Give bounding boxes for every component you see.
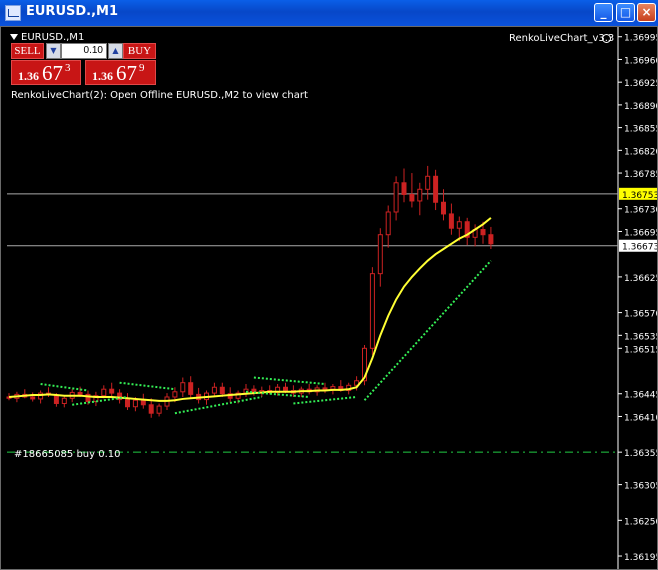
terminal-chart-window: EURUSD.,M1 _ □ × 1.369951.369601.369251.… bbox=[0, 0, 658, 570]
sell-button[interactable]: SELL bbox=[11, 43, 44, 59]
y-tick-label: 1.36890 bbox=[624, 102, 657, 112]
y-tick-label: 1.36925 bbox=[624, 79, 657, 89]
indicator-dotted-line bbox=[363, 260, 492, 401]
symbol-label: EURUSD.,M1 bbox=[10, 32, 84, 43]
candle-body bbox=[156, 405, 162, 414]
indicator-dotted-line bbox=[293, 395, 357, 405]
indicator-dotted-line bbox=[119, 381, 176, 391]
candle-body bbox=[140, 399, 146, 406]
candle-body bbox=[480, 229, 486, 236]
candle-body bbox=[456, 221, 462, 229]
candle-body bbox=[148, 404, 154, 414]
buy-price-prefix: 1.36 bbox=[92, 69, 113, 83]
y-tick-label: 1.36570 bbox=[624, 310, 657, 320]
candle-body bbox=[377, 234, 383, 275]
candle-body bbox=[409, 193, 415, 202]
candle-body bbox=[369, 273, 375, 349]
indicator-dotted-line bbox=[40, 383, 89, 392]
minimize-button[interactable]: _ bbox=[594, 3, 613, 22]
candle-body bbox=[30, 396, 36, 400]
y-tick-label: 1.36250 bbox=[624, 517, 657, 527]
chart-window-icon bbox=[5, 5, 21, 21]
y-tick-label: 1.36515 bbox=[624, 345, 657, 355]
candle-body bbox=[53, 394, 59, 404]
y-tick-label: 1.36355 bbox=[624, 449, 657, 459]
sell-price-prefix: 1.36 bbox=[18, 69, 39, 83]
y-tick-label: 1.36730 bbox=[624, 206, 657, 216]
candle-body bbox=[330, 386, 336, 390]
buy-button[interactable]: BUY bbox=[123, 43, 156, 59]
ask-price-tag-label: 1.36753 bbox=[622, 191, 657, 201]
title-bar[interactable]: EURUSD.,M1 _ □ × bbox=[0, 0, 658, 26]
indicator-dotted-line bbox=[253, 376, 326, 386]
candle-body bbox=[488, 234, 494, 245]
candle-body bbox=[77, 391, 83, 395]
buy-price-box[interactable]: 1.36 67 9 bbox=[85, 60, 156, 85]
candle-body bbox=[180, 382, 186, 393]
y-tick-label: 1.36785 bbox=[624, 170, 657, 180]
close-button[interactable]: × bbox=[637, 3, 656, 22]
y-tick-label: 1.36410 bbox=[624, 413, 657, 423]
candle-body bbox=[172, 391, 178, 398]
candle-body bbox=[211, 386, 217, 394]
y-tick-label: 1.36535 bbox=[624, 332, 657, 342]
candle-body bbox=[188, 382, 194, 395]
indicator-message: RenkoLiveChart(2): Open Offline EURUSD.,… bbox=[11, 90, 308, 101]
bid-price-tag-label: 1.36673 bbox=[622, 243, 657, 253]
candle-body bbox=[441, 201, 446, 215]
order-label: #18665085 buy 0.10 bbox=[14, 449, 121, 460]
candle-body bbox=[61, 397, 67, 404]
candle-body bbox=[101, 388, 107, 397]
chart-canvas[interactable]: 1.36995 1.36960 1.36925 1.36890 1.36855 1.368… bbox=[1, 27, 657, 569]
buy-price-big-digits: 67 bbox=[116, 61, 137, 85]
candle-body bbox=[433, 175, 439, 203]
y-tick-label: 1.36445 bbox=[624, 391, 657, 401]
candle-body bbox=[401, 182, 407, 195]
y-tick-label: 1.36995 bbox=[624, 34, 657, 44]
maximize-button[interactable]: □ bbox=[616, 3, 635, 22]
lots-increase-icon[interactable]: ▲ bbox=[108, 43, 123, 59]
one-click-trading-panel: SELL ▼ 0.10 ▲ BUY 1.36 67 3 1.36 67 9 bbox=[11, 43, 156, 85]
lots-input[interactable]: 0.10 bbox=[61, 43, 107, 59]
price-chart[interactable]: 1.36995 1.36960 1.36925 1.36890 1.36855 1.368… bbox=[0, 26, 658, 570]
y-tick-label: 1.36820 bbox=[624, 147, 657, 157]
lots-decrease-icon[interactable]: ▼ bbox=[46, 43, 61, 59]
sell-price-big-digits: 67 bbox=[42, 61, 63, 85]
expert-smiley-icon bbox=[602, 34, 611, 43]
candle-body bbox=[393, 182, 399, 213]
buy-price-last-digit: 9 bbox=[139, 62, 145, 74]
candle-body bbox=[125, 399, 130, 408]
y-tick-label: 1.36305 bbox=[624, 482, 657, 492]
candle-body bbox=[132, 399, 138, 408]
window-title: EURUSD.,M1 bbox=[26, 4, 119, 19]
candle-body bbox=[417, 188, 423, 202]
y-tick-label: 1.36695 bbox=[624, 228, 657, 238]
sell-price-last-digit: 3 bbox=[65, 62, 71, 74]
sell-price-box[interactable]: 1.36 67 3 bbox=[11, 60, 81, 85]
candle-body bbox=[109, 388, 115, 394]
y-tick-label: 1.36960 bbox=[624, 56, 657, 66]
candle-body bbox=[219, 386, 225, 395]
candle-body bbox=[283, 386, 288, 391]
y-tick-label: 1.36625 bbox=[624, 274, 657, 284]
y-tick-label: 1.36195 bbox=[624, 553, 657, 563]
candle-body bbox=[385, 211, 391, 236]
candle-body bbox=[322, 387, 328, 390]
y-tick-label: 1.36855 bbox=[624, 125, 657, 135]
candle-body bbox=[425, 175, 431, 190]
indicator-name-label: RenkoLiveChart_v3.3 bbox=[509, 33, 615, 44]
candle-body bbox=[251, 388, 257, 393]
candle-body bbox=[448, 213, 454, 229]
